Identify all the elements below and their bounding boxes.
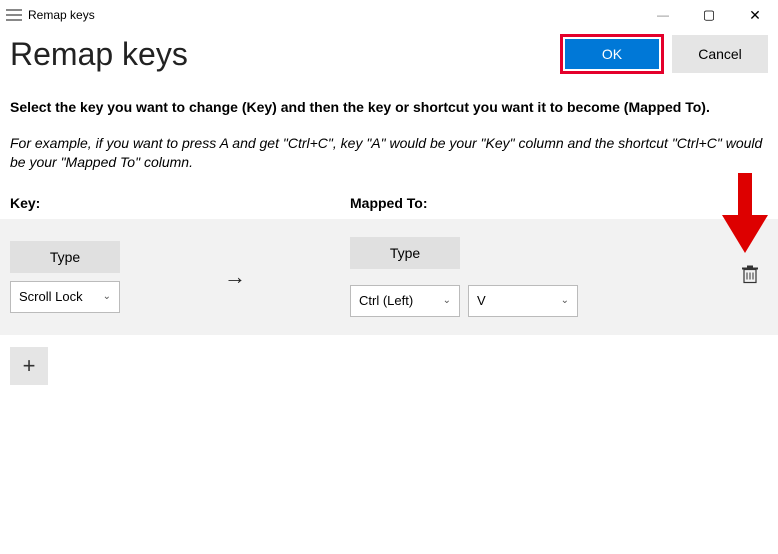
titlebar: Remap keys — ▢ ✕ <box>0 0 778 30</box>
ok-button[interactable]: OK <box>565 39 659 69</box>
cancel-button[interactable]: Cancel <box>672 35 768 73</box>
mapped-column: Type Ctrl (Left) ⌄ V ⌄ <box>350 237 578 317</box>
app-icon <box>6 9 22 21</box>
header: Remap keys OK Cancel <box>0 30 778 98</box>
key-dropdown-value: Scroll Lock <box>19 289 103 304</box>
key-dropdown[interactable]: Scroll Lock ⌄ <box>10 281 120 313</box>
column-headers: Key: Mapped To: <box>10 195 768 211</box>
chevron-down-icon: ⌄ <box>103 291 111 302</box>
minimize-button[interactable]: — <box>640 0 686 30</box>
mapped-column-label: Mapped To: <box>350 195 428 211</box>
key-type-button[interactable]: Type <box>10 241 120 273</box>
annotation-arrow-icon <box>718 173 772 259</box>
trash-icon <box>742 265 758 283</box>
chevron-down-icon: ⌄ <box>443 295 451 306</box>
mapped-type-button[interactable]: Type <box>350 237 460 269</box>
close-button[interactable]: ✕ <box>732 0 778 30</box>
instruction-text: Select the key you want to change (Key) … <box>10 98 768 118</box>
add-row-button[interactable]: + <box>10 347 48 385</box>
chevron-down-icon: ⌄ <box>561 295 569 306</box>
key-column-label: Key: <box>10 195 350 211</box>
window-title: Remap keys <box>28 8 95 22</box>
key-column: Type Scroll Lock ⌄ <box>10 241 190 313</box>
mapped-dropdown-2-value: V <box>477 293 561 308</box>
mapped-dropdown-2[interactable]: V ⌄ <box>468 285 578 317</box>
remap-row: Type Scroll Lock ⌄ → Type Ctrl (Left) ⌄ … <box>0 219 778 335</box>
arrow-icon: → <box>190 264 350 290</box>
mapped-dropdown-1[interactable]: Ctrl (Left) ⌄ <box>350 285 460 317</box>
delete-row-button[interactable] <box>742 265 758 288</box>
example-text: For example, if you want to press A and … <box>10 134 768 173</box>
maximize-button[interactable]: ▢ <box>686 0 732 30</box>
page-title: Remap keys <box>10 36 188 73</box>
ok-button-highlight: OK <box>560 34 664 74</box>
mapped-dropdown-1-value: Ctrl (Left) <box>359 293 443 308</box>
